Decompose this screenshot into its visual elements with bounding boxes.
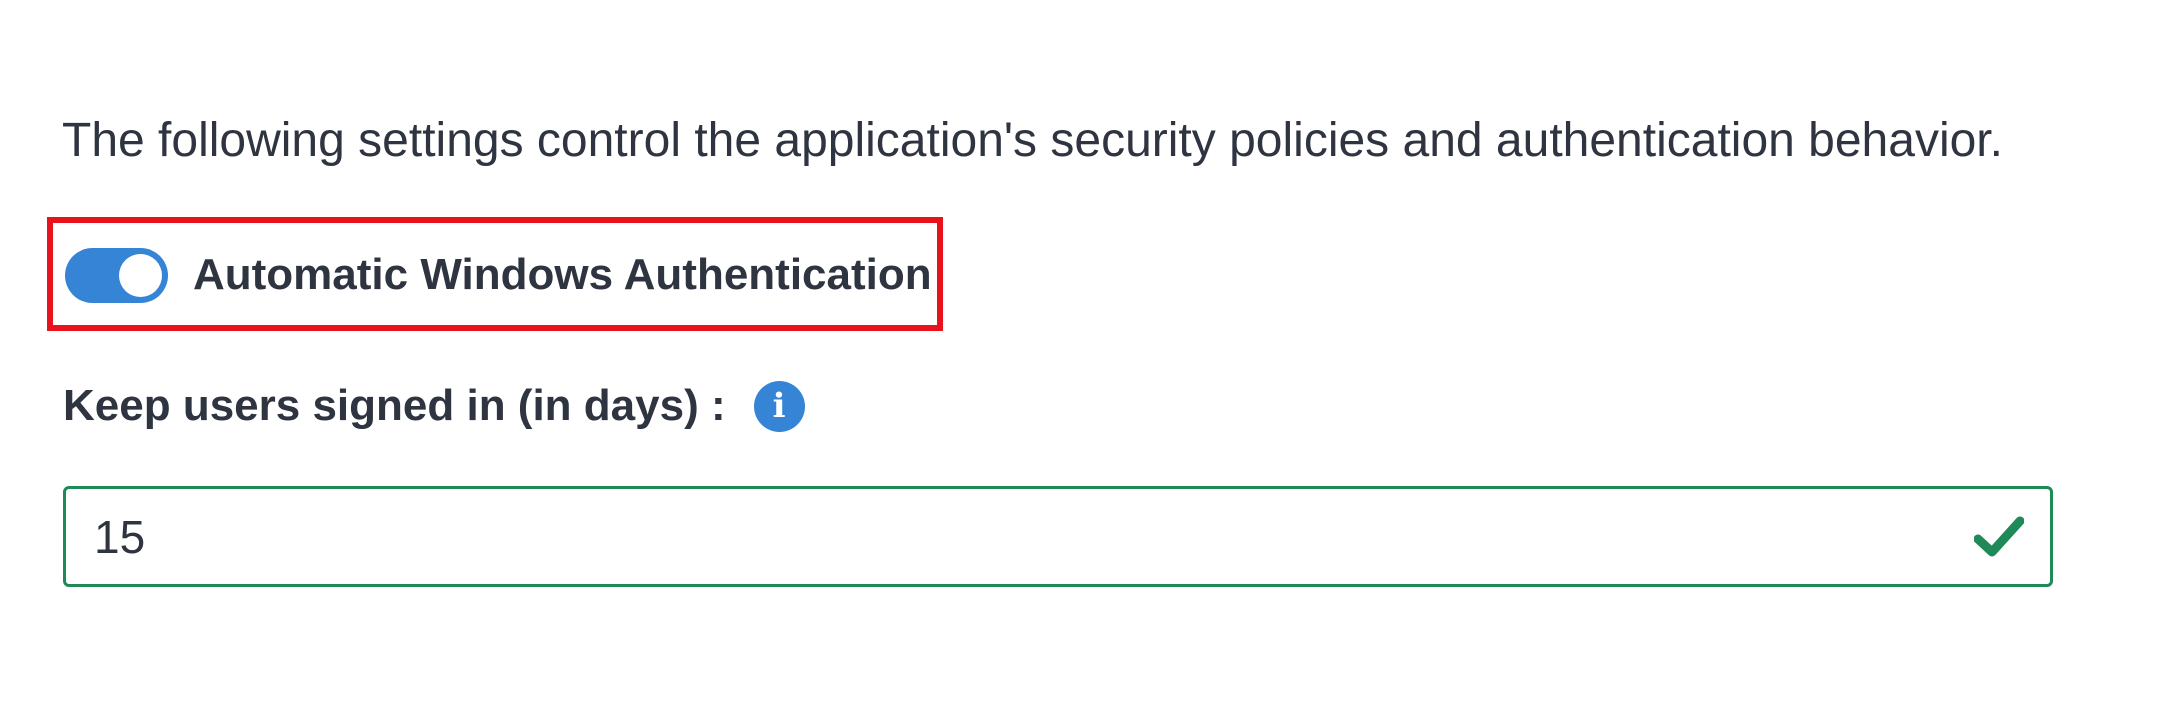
info-icon[interactable]: i [753,380,805,432]
keep-signed-in-days-input[interactable] [94,489,1894,584]
keep-signed-in-field-wrapper [63,486,2053,587]
keep-signed-in-label-row: Keep users signed in (in days) : i [63,378,805,434]
keep-signed-in-label: Keep users signed in (in days) : [63,381,726,430]
checkmark-icon [1974,516,2024,557]
windows-auth-toggle[interactable] [65,247,168,303]
windows-auth-label[interactable]: Automatic Windows Authentication [193,250,932,300]
toggle-knob [119,253,162,297]
security-settings-panel: The following settings control the appli… [0,0,2172,724]
settings-description: The following settings control the appli… [62,114,2003,167]
windows-auth-toggle-row: Automatic Windows Authentication [65,244,932,306]
